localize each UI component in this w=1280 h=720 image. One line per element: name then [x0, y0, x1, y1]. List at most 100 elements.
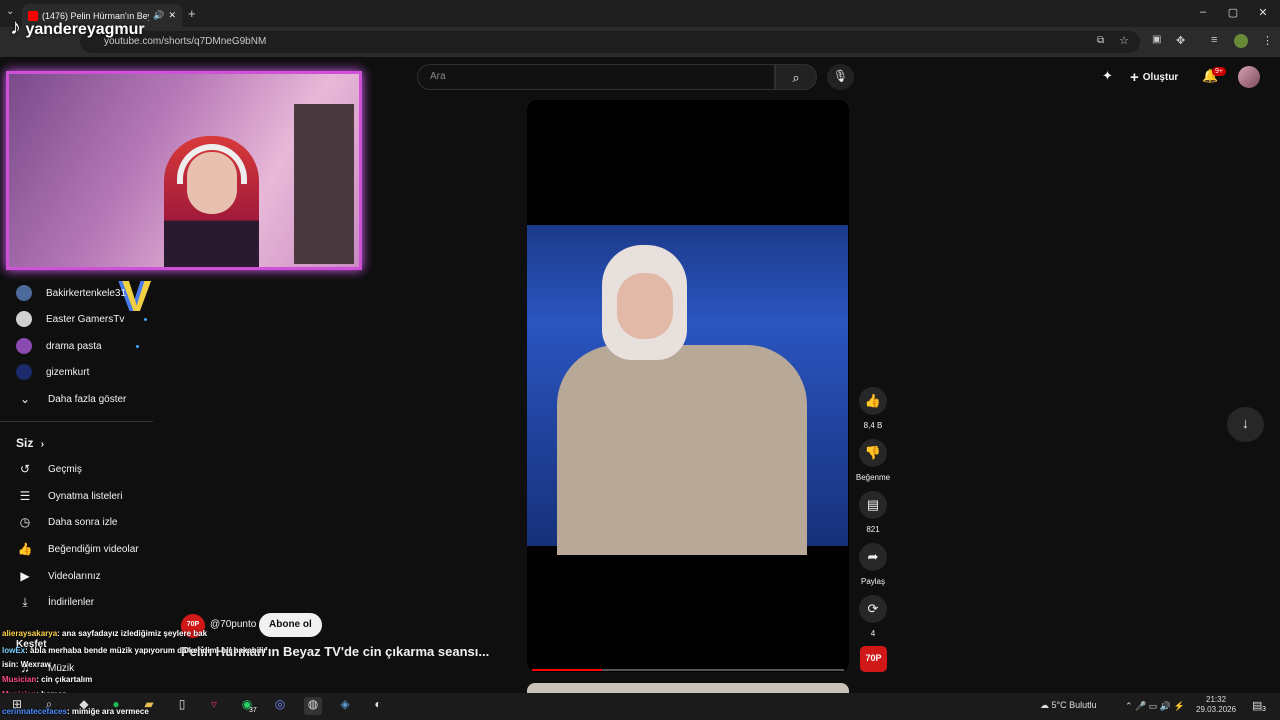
- like-button[interactable]: 👍: [859, 387, 887, 415]
- next-video-button[interactable]: ↓: [1227, 407, 1264, 442]
- sidebar-item-label: Daha sonra izle: [48, 516, 118, 528]
- sidebar-item-playlists[interactable]: ☰ Oynatma listeleri: [16, 486, 123, 506]
- close-window-button[interactable]: ✕: [1248, 6, 1278, 19]
- share-icon: ➦: [867, 549, 879, 564]
- channel-avatar: [16, 311, 32, 327]
- notification-center-icon[interactable]: ▤: [1252, 699, 1262, 712]
- voice-search-button[interactable]: 🎙: [827, 64, 854, 90]
- sidebar-divider: [0, 421, 153, 422]
- maximize-button[interactable]: ▢: [1218, 6, 1248, 19]
- profile-icon[interactable]: [1234, 34, 1248, 48]
- channel-avatar: [16, 338, 32, 354]
- clock-date: 29.03.2026: [1196, 705, 1237, 714]
- sidebar-item-downloads[interactable]: ⤓ İndirilenler: [16, 592, 94, 612]
- file-icon[interactable]: ▯: [173, 697, 191, 715]
- create-button[interactable]: + Oluştur: [1130, 68, 1178, 86]
- cloud-icon: ☁: [1040, 700, 1049, 710]
- chat-text: : mimiğe ara vermece: [66, 707, 149, 716]
- sidebar-item-watch-later[interactable]: ◷ Daha sonra izle: [16, 512, 118, 532]
- video-icon: ▶: [20, 569, 30, 583]
- minimize-button[interactable]: –: [1188, 6, 1218, 18]
- chat-text: : cin çıkartalım: [36, 675, 93, 684]
- system-clock[interactable]: 21:32 29.03.2026: [1196, 695, 1236, 715]
- clock-time: 21:32: [1206, 695, 1227, 704]
- new-tab-button[interactable]: +: [188, 6, 196, 21]
- notification-center-count: 3: [1262, 706, 1266, 713]
- tray-icons[interactable]: ⌃ 🎤 ▭ 🔊 ⚡: [1125, 701, 1185, 712]
- live-dot: [135, 344, 139, 348]
- tiktok-logo-icon: ♪: [10, 14, 21, 39]
- sidebar-item-history[interactable]: ↺ Geçmiş: [16, 459, 82, 479]
- sidebar-item-label: Oynatma listeleri: [48, 490, 123, 502]
- playlist-icon: ☰: [19, 489, 31, 503]
- chat-message: lowEx: abla merhaba bende müzik yapıyoru…: [2, 646, 267, 655]
- sidebar-sub-1[interactable]: Bakirkertenkele31: [16, 283, 126, 303]
- remix-count: 4: [870, 629, 876, 638]
- audio-icon[interactable]: 🔊: [153, 10, 164, 21]
- sidebar-item-label: Daha fazla göster: [48, 393, 127, 405]
- sidebar-sub-2[interactable]: Easter GamersTv: [16, 309, 148, 329]
- notification-badge: 9+: [1212, 67, 1226, 76]
- sidebar-item-label: Müzik: [48, 662, 75, 674]
- like-icon: 👍: [17, 542, 33, 556]
- shorts-create-icon[interactable]: ✦: [1102, 68, 1113, 84]
- chat-user: lowEx: [2, 646, 26, 655]
- streamer-name: yandereyagmur: [25, 21, 145, 38]
- sidebar-item-label: drama pasta: [46, 340, 102, 352]
- chevron-right-icon: ›: [40, 439, 45, 450]
- presenter-body: [557, 345, 807, 555]
- mic-icon: 🎙: [832, 69, 849, 83]
- search-button[interactable]: ⌕: [775, 64, 817, 90]
- bookmark-star-icon[interactable]: ☆: [1119, 34, 1129, 47]
- sidebar-sub-4[interactable]: gizemkurt: [16, 362, 89, 382]
- extension-icon[interactable]: ▣: [1152, 34, 1161, 45]
- presenter-face: [617, 273, 673, 339]
- channel-name[interactable]: @70punto: [210, 619, 256, 630]
- create-label: Oluştur: [1142, 71, 1179, 83]
- puzzle-icon[interactable]: ✥: [1176, 34, 1185, 47]
- install-app-icon[interactable]: ⧉: [1097, 35, 1104, 46]
- sidebar-item-liked[interactable]: 👍 Beğendiğim videolar: [16, 539, 139, 559]
- account-avatar[interactable]: [1238, 66, 1260, 88]
- dislike-button[interactable]: 👎: [859, 439, 887, 467]
- whatsapp-badge: 37: [249, 707, 257, 714]
- share-label: Paylaş: [860, 577, 885, 586]
- plus-icon: +: [1130, 68, 1139, 86]
- progress-fill: [532, 669, 602, 671]
- sidebar-sub-3[interactable]: drama pasta: [16, 336, 139, 356]
- chat-message: cerinnatecefaces: mimiğe ara vermece: [2, 707, 149, 716]
- search-input[interactable]: Ara: [417, 64, 775, 90]
- subscribe-button[interactable]: Abone ol: [259, 613, 322, 637]
- next-short-thumbnail[interactable]: [527, 683, 849, 693]
- tab-close-icon[interactable]: ✕: [168, 10, 176, 21]
- sidebar-item-label: Videolarınız: [48, 570, 101, 582]
- you-section-header[interactable]: Siz ›: [16, 436, 44, 450]
- address-bar[interactable]: youtube.com/shorts/q7DMneG9bNM: [80, 31, 1140, 53]
- reading-list-icon[interactable]: ≡: [1211, 34, 1217, 46]
- channel-logo-button[interactable]: 70P: [860, 646, 887, 672]
- remix-icon: ⟳: [867, 601, 879, 616]
- sidebar-item-label: Easter GamersTv: [46, 313, 125, 325]
- search-icon: ⌕: [792, 70, 800, 85]
- share-button[interactable]: ➦: [859, 543, 887, 571]
- history-icon: ↺: [19, 462, 31, 476]
- weather-text: 5°C Bulutlu: [1051, 700, 1097, 710]
- comment-icon: ▤: [866, 497, 880, 512]
- sidebar-item-label: Beğendiğim videolar: [48, 543, 139, 555]
- menu-dots-icon[interactable]: ⋮: [1262, 34, 1273, 47]
- you-header-label: Siz: [16, 436, 34, 450]
- discord-icon[interactable]: ◎: [271, 697, 289, 715]
- channel-avatar: [16, 285, 32, 301]
- app-diamond-icon[interactable]: ◈: [336, 697, 354, 715]
- obs-icon[interactable]: ◐: [369, 697, 387, 715]
- app-v-icon[interactable]: ▿: [205, 697, 223, 715]
- comments-button[interactable]: ▤: [859, 491, 887, 519]
- weather-widget[interactable]: ☁ 5°C Bulutlu: [1040, 700, 1097, 711]
- webcam-overlay: [6, 71, 362, 270]
- sidebar-item-label: Bakirkertenkele31: [46, 287, 127, 299]
- sidebar-item-your-videos[interactable]: ▶ Videolarınız: [16, 566, 101, 586]
- chrome-icon[interactable]: ◍: [304, 697, 322, 715]
- video-frame[interactable]: [527, 225, 848, 555]
- show-more-button[interactable]: ⌄ Daha fazla göster: [16, 389, 126, 409]
- remix-button[interactable]: ⟳: [859, 595, 887, 623]
